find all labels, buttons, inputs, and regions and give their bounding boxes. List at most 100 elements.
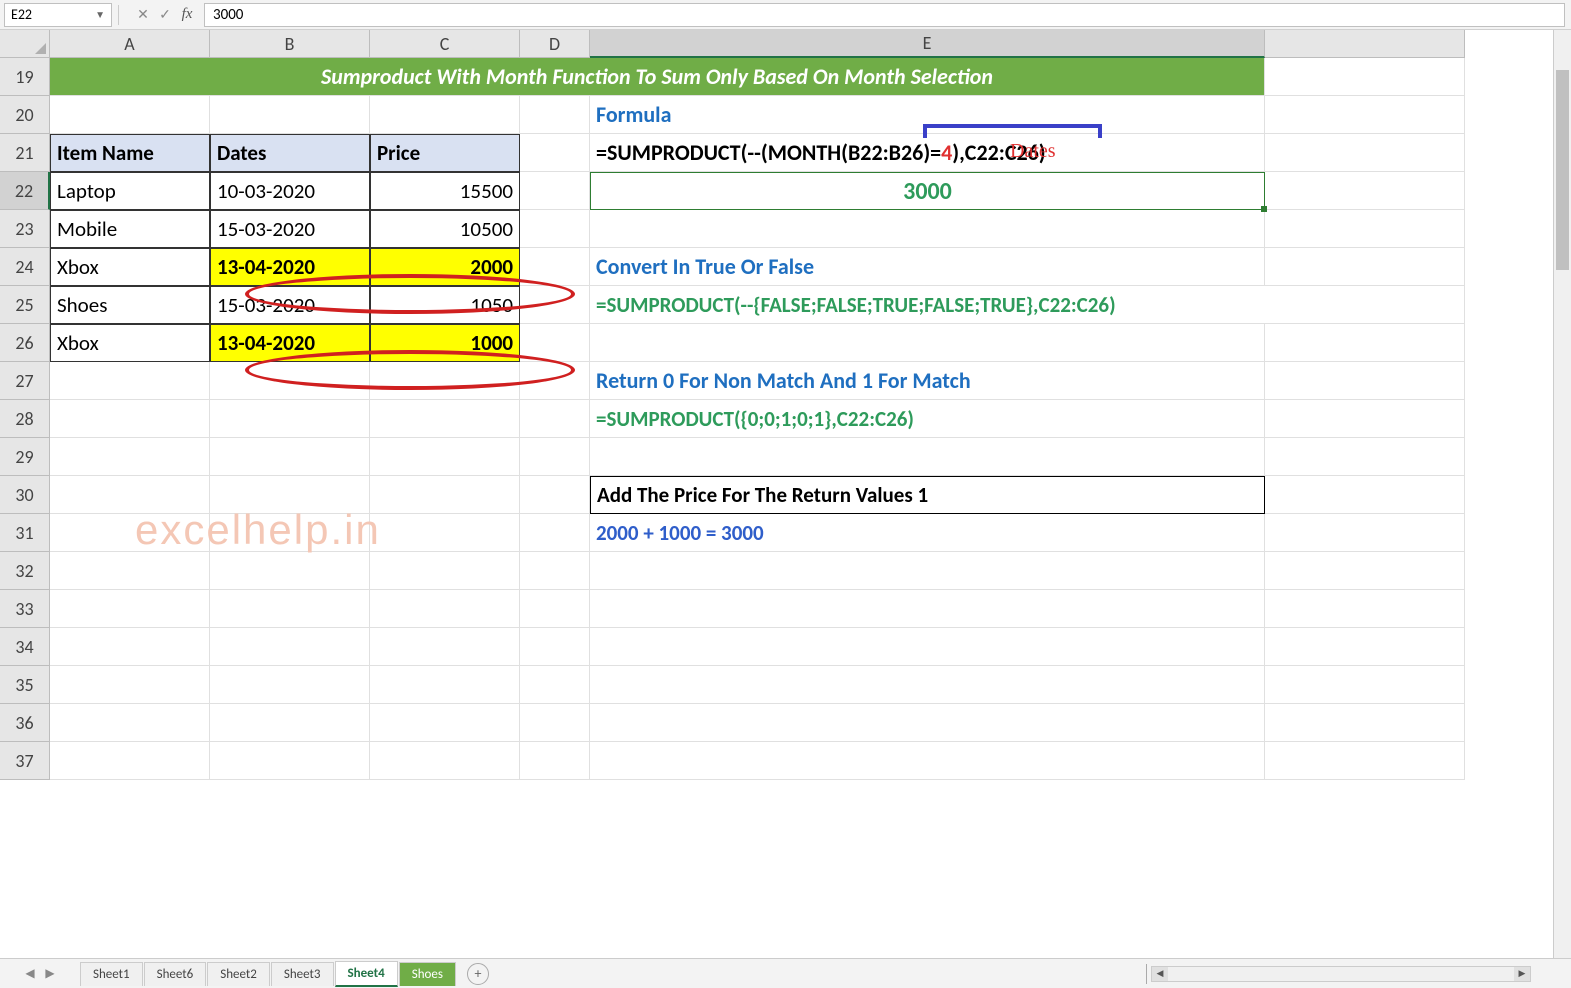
cell[interactable]: [590, 628, 1265, 666]
cell[interactable]: [1265, 590, 1465, 628]
vertical-scrollbar[interactable]: [1553, 30, 1571, 958]
sheet-tab[interactable]: Sheet2: [207, 962, 270, 986]
cell[interactable]: [210, 552, 370, 590]
title-cell[interactable]: Sumproduct With Month Function To Sum On…: [50, 58, 1265, 96]
table-cell-date[interactable]: 10-03-2020: [210, 172, 370, 210]
row-header[interactable]: 24: [0, 248, 50, 286]
row-header[interactable]: 20: [0, 96, 50, 134]
cell[interactable]: [1265, 400, 1465, 438]
cell[interactable]: [50, 742, 210, 780]
cell[interactable]: [1265, 552, 1465, 590]
row-header[interactable]: 27: [0, 362, 50, 400]
cell[interactable]: [520, 210, 590, 248]
cell[interactable]: [210, 666, 370, 704]
cell[interactable]: [210, 476, 370, 514]
cell-step2-label[interactable]: Return 0 For Non Match And 1 For Match: [590, 362, 1265, 400]
row-header[interactable]: 37: [0, 742, 50, 780]
col-header-D[interactable]: D: [520, 30, 590, 58]
add-sheet-button[interactable]: +: [467, 963, 489, 985]
formula-input[interactable]: 3000: [204, 3, 1565, 27]
cell[interactable]: [1265, 324, 1465, 362]
sheet-tab-active[interactable]: Sheet4: [335, 961, 398, 987]
table-cell-item[interactable]: Mobile: [50, 210, 210, 248]
table-cell-date[interactable]: 15-03-2020: [210, 286, 370, 324]
cell-step1-label[interactable]: Convert In True Or False: [590, 248, 1265, 286]
table-cell-item[interactable]: Laptop: [50, 172, 210, 210]
cell[interactable]: [590, 210, 1265, 248]
cell[interactable]: [1265, 742, 1465, 780]
row-header[interactable]: 33: [0, 590, 50, 628]
cell[interactable]: [520, 438, 590, 476]
cell-step2-text[interactable]: =SUMPRODUCT({0;0;1;0;1},C22:C26): [590, 400, 1265, 438]
cell[interactable]: [370, 704, 520, 742]
row-header[interactable]: 28: [0, 400, 50, 438]
sheet-tab[interactable]: Shoes: [399, 962, 456, 986]
cell[interactable]: [50, 400, 210, 438]
row-header[interactable]: 29: [0, 438, 50, 476]
row-header[interactable]: 25: [0, 286, 50, 324]
cell[interactable]: [590, 704, 1265, 742]
table-cell-date-highlighted[interactable]: 13-04-2020: [210, 248, 370, 286]
cell[interactable]: [50, 590, 210, 628]
cell[interactable]: [520, 172, 590, 210]
cell[interactable]: [520, 248, 590, 286]
sheet-tab[interactable]: Sheet3: [271, 962, 334, 986]
cell[interactable]: [210, 704, 370, 742]
cell[interactable]: [520, 514, 590, 552]
cell[interactable]: [1265, 210, 1465, 248]
row-header[interactable]: 34: [0, 628, 50, 666]
cell[interactable]: [50, 514, 210, 552]
table-cell-price[interactable]: 1050: [370, 286, 520, 324]
cell[interactable]: [370, 628, 520, 666]
cell[interactable]: [210, 400, 370, 438]
select-all-corner[interactable]: [0, 30, 50, 58]
cell[interactable]: [1265, 628, 1465, 666]
cell[interactable]: [520, 552, 590, 590]
cell[interactable]: [1265, 704, 1465, 742]
cell[interactable]: [210, 438, 370, 476]
cell[interactable]: [370, 476, 520, 514]
col-header-A[interactable]: A: [50, 30, 210, 58]
table-cell-item[interactable]: Xbox: [50, 324, 210, 362]
cell[interactable]: [520, 476, 590, 514]
horizontal-scrollbar[interactable]: ◀ ▶: [1151, 966, 1531, 982]
cell[interactable]: [370, 590, 520, 628]
cell[interactable]: [50, 96, 210, 134]
cell[interactable]: [520, 134, 590, 172]
cell[interactable]: [370, 96, 520, 134]
cell[interactable]: [590, 666, 1265, 704]
cell[interactable]: [590, 324, 1265, 362]
row-header[interactable]: 19: [0, 58, 50, 96]
cell[interactable]: [1265, 58, 1465, 96]
cell[interactable]: [50, 666, 210, 704]
row-header[interactable]: 30: [0, 476, 50, 514]
table-cell-price-highlighted[interactable]: 1000: [370, 324, 520, 362]
tab-nav-prev-icon[interactable]: ◀: [22, 966, 38, 982]
cell[interactable]: [590, 742, 1265, 780]
fx-icon[interactable]: fx: [176, 4, 198, 26]
cell[interactable]: [590, 552, 1265, 590]
col-header-blank[interactable]: [1265, 30, 1465, 58]
table-cell-date-highlighted[interactable]: 13-04-2020: [210, 324, 370, 362]
name-box[interactable]: E22 ▼: [4, 3, 112, 27]
cell[interactable]: [520, 362, 590, 400]
cell[interactable]: [520, 400, 590, 438]
cell[interactable]: [210, 514, 370, 552]
table-cell-price[interactable]: 10500: [370, 210, 520, 248]
row-header[interactable]: 32: [0, 552, 50, 590]
cell[interactable]: [520, 286, 590, 324]
cell[interactable]: [520, 666, 590, 704]
table-cell-item[interactable]: Shoes: [50, 286, 210, 324]
sheet-tab[interactable]: Sheet6: [144, 962, 207, 986]
cell[interactable]: [370, 514, 520, 552]
cell[interactable]: [1265, 666, 1465, 704]
table-cell-date[interactable]: 15-03-2020: [210, 210, 370, 248]
col-header-B[interactable]: B: [210, 30, 370, 58]
table-cell-price-highlighted[interactable]: 2000: [370, 248, 520, 286]
cell[interactable]: [520, 96, 590, 134]
cell[interactable]: [50, 438, 210, 476]
row-header[interactable]: 22: [0, 172, 50, 210]
cell[interactable]: [370, 400, 520, 438]
cell[interactable]: [520, 324, 590, 362]
col-header-E[interactable]: E: [590, 30, 1265, 58]
